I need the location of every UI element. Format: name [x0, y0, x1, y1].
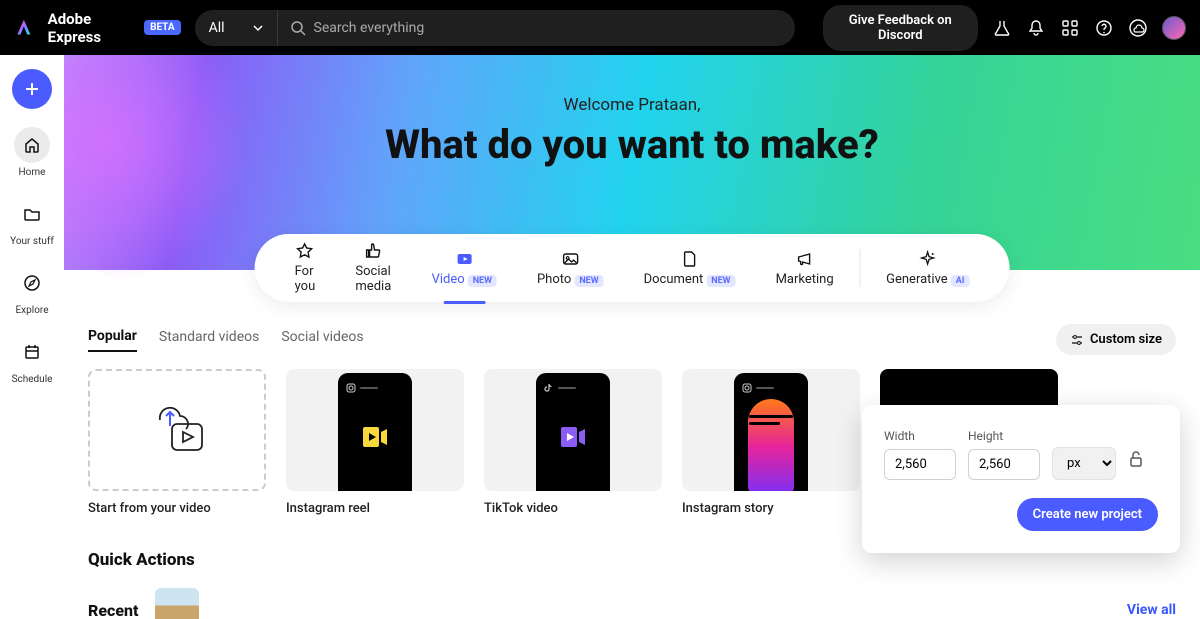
sidebar-item-schedule[interactable]: Schedule	[12, 334, 53, 385]
hero-title: What do you want to make?	[385, 121, 879, 168]
tpl-instagram-reel[interactable]: Instagram reel	[286, 369, 464, 516]
sidebar-label: Schedule	[12, 374, 53, 385]
sidebar-item-yourstuff[interactable]: Your stuff	[10, 196, 54, 247]
thumbsup-icon	[365, 242, 383, 260]
star-icon	[296, 242, 314, 260]
tpl-label: Instagram reel	[286, 501, 464, 516]
plus-icon	[23, 80, 41, 98]
sliders-icon	[1070, 333, 1084, 347]
cat-social[interactable]: Social media	[335, 242, 411, 294]
video-icon	[455, 250, 473, 268]
home-icon	[23, 136, 41, 154]
main: Welcome Prataan, What do you want to mak…	[64, 55, 1200, 619]
folder-icon	[23, 205, 41, 223]
explore-icon	[23, 274, 41, 292]
labs-icon[interactable]	[992, 18, 1012, 38]
recent-row: Recent View all	[88, 588, 1176, 619]
height-field: Height	[968, 429, 1040, 480]
tpl-label: Start from your video	[88, 501, 266, 516]
sidebar-label: Your stuff	[10, 236, 54, 247]
tpl-tiktok-video[interactable]: TikTok video	[484, 369, 662, 516]
brand-title: Adobe Express	[48, 10, 130, 46]
height-label: Height	[968, 429, 1040, 443]
new-badge: NEW	[574, 275, 603, 287]
tiktok-icon	[544, 383, 554, 393]
cat-label: Photo	[537, 272, 571, 287]
recent-thumbnail[interactable]	[155, 588, 199, 619]
cat-generative[interactable]: GenerativeAI	[866, 250, 989, 287]
width-label: Width	[884, 429, 956, 443]
instagram-icon	[346, 383, 356, 393]
custom-size-button[interactable]: Custom size	[1056, 324, 1176, 355]
cat-label: Marketing	[776, 272, 834, 287]
new-badge: NEW	[706, 275, 735, 287]
unit-select[interactable]: px	[1052, 447, 1116, 480]
cat-label: Document	[644, 272, 704, 287]
avatar[interactable]	[1162, 16, 1186, 40]
cat-photo[interactable]: PhotoNEW	[517, 250, 624, 287]
search-bar: All	[195, 10, 795, 46]
cloud-icon[interactable]	[1128, 18, 1148, 38]
topbar: Adobe Express BETA All Give Feedback on …	[0, 0, 1200, 55]
sidebar: Home Your stuff Explore Schedule	[0, 55, 64, 619]
chevron-down-icon	[253, 23, 263, 33]
beta-badge: BETA	[144, 20, 181, 35]
subtab-social[interactable]: Social videos	[281, 329, 363, 351]
custom-size-popover: Width Height px Create new project	[862, 405, 1180, 553]
width-field: Width	[884, 429, 956, 480]
cat-foryou[interactable]: For you	[275, 242, 336, 294]
tpl-label: Instagram story	[682, 501, 860, 516]
welcome-text: Welcome Prataan,	[564, 95, 701, 115]
apps-icon[interactable]	[1060, 18, 1080, 38]
cat-label: Generative	[886, 272, 948, 287]
sidebar-label: Explore	[16, 305, 49, 316]
search-filter-label: All	[209, 20, 225, 36]
tpl-instagram-story[interactable]: Instagram story	[682, 369, 860, 516]
lock-open-icon	[1128, 450, 1144, 468]
tpl-start-from-video[interactable]: Start from your video	[88, 369, 266, 516]
search-filter[interactable]: All	[195, 10, 278, 46]
cat-label: Video	[432, 272, 465, 287]
unit-field: px	[1052, 427, 1116, 480]
cat-label: Social media	[355, 264, 391, 294]
cat-document[interactable]: DocumentNEW	[624, 250, 756, 287]
search-icon	[290, 20, 306, 36]
view-all-link[interactable]: View all	[1127, 602, 1176, 618]
search-input[interactable]	[314, 20, 783, 36]
tpl-label: TikTok video	[484, 501, 662, 516]
megaphone-icon	[796, 250, 814, 268]
cat-marketing[interactable]: Marketing	[756, 250, 854, 287]
create-project-button[interactable]: Create new project	[1017, 498, 1158, 531]
subtabs: Popular Standard videos Social videos Cu…	[88, 324, 1176, 355]
category-bar: For you Social media VideoNEW PhotoNEW D…	[255, 234, 1010, 302]
new-badge: NEW	[468, 275, 497, 287]
custom-size-label: Custom size	[1090, 332, 1162, 347]
quick-actions-header: Quick Actions	[88, 550, 1176, 570]
bell-icon[interactable]	[1026, 18, 1046, 38]
subtab-standard[interactable]: Standard videos	[159, 329, 259, 351]
recent-label: Recent	[88, 601, 139, 619]
width-input[interactable]	[884, 449, 956, 480]
feedback-button[interactable]: Give Feedback on Discord	[823, 5, 978, 51]
ai-badge: AI	[951, 275, 970, 287]
photo-icon	[561, 250, 579, 268]
instagram-icon	[742, 383, 752, 393]
lock-aspect-button[interactable]	[1128, 450, 1144, 472]
calendar-icon	[23, 343, 41, 361]
help-icon[interactable]	[1094, 18, 1114, 38]
sidebar-item-explore[interactable]: Explore	[14, 265, 50, 316]
sidebar-item-home[interactable]: Home	[14, 127, 50, 178]
hero: Welcome Prataan, What do you want to mak…	[64, 55, 1200, 270]
upload-play-icon	[142, 402, 212, 458]
document-icon	[681, 250, 699, 268]
sparkle-icon	[919, 250, 937, 268]
subtab-popular[interactable]: Popular	[88, 328, 137, 352]
height-input[interactable]	[968, 449, 1040, 480]
topbar-icons	[992, 16, 1186, 40]
sidebar-label: Home	[19, 167, 46, 178]
cat-video[interactable]: VideoNEW	[412, 250, 517, 287]
adobe-express-logo	[14, 16, 34, 40]
cat-label: For you	[295, 264, 316, 294]
new-project-button[interactable]	[12, 69, 52, 109]
